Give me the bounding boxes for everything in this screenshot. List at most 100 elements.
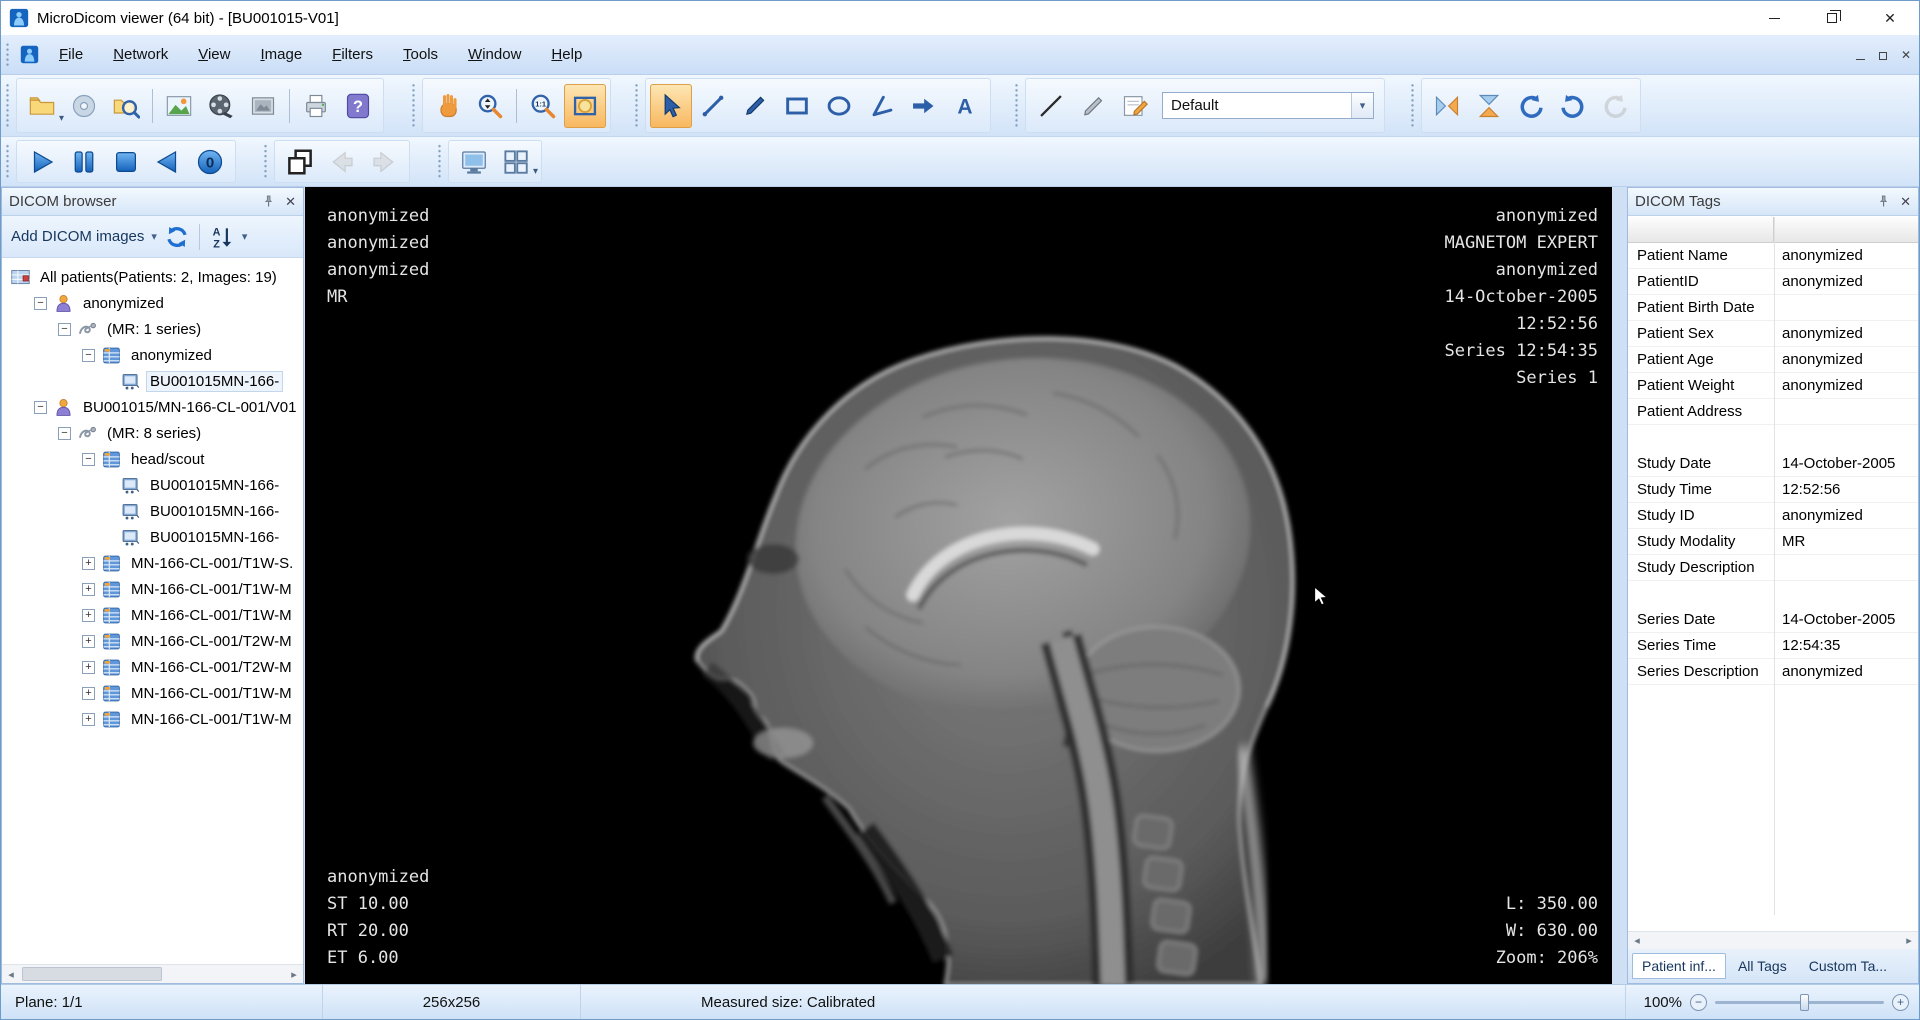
- mdi-close-button[interactable]: ✕: [1901, 48, 1911, 62]
- menu-file[interactable]: File: [45, 40, 97, 69]
- tree-collapse-box[interactable]: −: [82, 349, 95, 362]
- tree-item-study[interactable]: −(MR: 1 series): [2, 316, 303, 342]
- export-image-button[interactable]: [158, 84, 200, 128]
- combo-dropdown-button[interactable]: ▾: [1351, 93, 1373, 118]
- tag-row[interactable]: Study ModalityMR: [1628, 529, 1918, 555]
- forward-button[interactable]: [363, 143, 405, 181]
- edit-annotation-button[interactable]: [1114, 84, 1156, 128]
- draw-pencil-button[interactable]: [734, 84, 776, 128]
- window-level-line-button[interactable]: [1030, 84, 1072, 128]
- tree-item-image[interactable]: BU001015MN-166-: [2, 472, 303, 498]
- pan-button[interactable]: [427, 84, 469, 128]
- tag-row[interactable]: Study Time12:52:56: [1628, 477, 1918, 503]
- tree-expand-box[interactable]: +: [82, 609, 95, 622]
- mdi-restore-button[interactable]: [1879, 47, 1887, 64]
- sort-icon[interactable]: [209, 224, 235, 250]
- copy-to-clipboard-button[interactable]: [242, 84, 284, 128]
- tree-collapse-box[interactable]: −: [34, 297, 47, 310]
- tag-row[interactable]: Patient Address: [1628, 399, 1918, 425]
- tree-item-series[interactable]: −anonymized: [2, 342, 303, 368]
- flip-horizontal-button[interactable]: [1426, 84, 1468, 128]
- stop-button[interactable]: [105, 143, 147, 181]
- tree-item-study[interactable]: −(MR: 8 series): [2, 420, 303, 446]
- tag-row[interactable]: Series Date14-October-2005: [1628, 607, 1918, 633]
- pointer-tool-button[interactable]: [650, 84, 692, 128]
- pin-icon[interactable]: [1876, 194, 1891, 209]
- tree-item-series[interactable]: +MN-166-CL-001/T1W-M: [2, 680, 303, 706]
- draw-text-button[interactable]: [944, 84, 986, 128]
- single-layout-button[interactable]: [453, 143, 495, 181]
- minimize-button[interactable]: [1745, 1, 1803, 35]
- tree-item-patient[interactable]: −anonymized: [2, 290, 303, 316]
- zoom-slider-thumb[interactable]: [1800, 994, 1809, 1011]
- zoom-original-button[interactable]: [522, 84, 564, 128]
- tag-row[interactable]: Patient Birth Date: [1628, 295, 1918, 321]
- tree-item-image[interactable]: BU001015MN-166-: [2, 368, 303, 394]
- tab-custom-tags[interactable]: Custom Ta...: [1799, 953, 1897, 979]
- tree-expand-box[interactable]: +: [82, 661, 95, 674]
- tag-row[interactable]: Patient Ageanonymized: [1628, 347, 1918, 373]
- tag-row[interactable]: PatientIDanonymized: [1628, 269, 1918, 295]
- chevron-down-icon[interactable]: ▾: [533, 166, 538, 177]
- tree-item-series[interactable]: +MN-166-CL-001/T1W-M: [2, 602, 303, 628]
- tag-row[interactable]: Series Time12:54:35: [1628, 633, 1918, 659]
- menu-filters[interactable]: Filters: [318, 40, 387, 69]
- menu-view[interactable]: View: [184, 40, 244, 69]
- scrollbar-thumb[interactable]: [22, 967, 162, 981]
- tree-item-image[interactable]: BU001015MN-166-: [2, 498, 303, 524]
- tree-item-series[interactable]: +MN-166-CL-001/T2W-M: [2, 654, 303, 680]
- tree-item-patient[interactable]: −BU001015/MN-166-CL-001/V01: [2, 394, 303, 420]
- play-backward-button[interactable]: [147, 143, 189, 181]
- scan-folder-button[interactable]: [105, 84, 147, 128]
- pin-icon[interactable]: [261, 194, 276, 209]
- tree-collapse-box[interactable]: −: [58, 323, 71, 336]
- tag-row[interactable]: Series Descriptionanonymized: [1628, 659, 1918, 685]
- tag-row[interactable]: Patient Nameanonymized: [1628, 243, 1918, 269]
- tree-expand-box[interactable]: +: [82, 557, 95, 570]
- close-icon[interactable]: ✕: [285, 194, 296, 210]
- scroll-left-icon[interactable]: ◂: [1628, 932, 1646, 949]
- tree-item-series[interactable]: +MN-166-CL-001/T1W-M: [2, 706, 303, 732]
- refresh-icon[interactable]: [164, 224, 190, 250]
- tree-item-series[interactable]: −head/scout: [2, 446, 303, 472]
- export-video-button[interactable]: [200, 84, 242, 128]
- zoom-in-button[interactable]: +: [1892, 994, 1909, 1011]
- tag-row[interactable]: Patient Weightanonymized: [1628, 373, 1918, 399]
- tree-item-series[interactable]: +MN-166-CL-001/T1W-M: [2, 576, 303, 602]
- burn-cd-button[interactable]: [63, 84, 105, 128]
- menu-image[interactable]: Image: [246, 40, 316, 69]
- close-button[interactable]: ✕: [1861, 1, 1919, 35]
- frame-counter-button[interactable]: [189, 143, 231, 181]
- tree-expand-box[interactable]: +: [82, 713, 95, 726]
- measure-angle-button[interactable]: [860, 84, 902, 128]
- draw-rectangle-button[interactable]: [776, 84, 818, 128]
- open-button[interactable]: ▾: [21, 84, 63, 128]
- tree-expand-box[interactable]: +: [82, 687, 95, 700]
- tab-all-tags[interactable]: All Tags: [1728, 953, 1797, 979]
- tab-patient-info[interactable]: Patient inf...: [1632, 953, 1726, 979]
- print-button[interactable]: [295, 84, 337, 128]
- tree-expand-box[interactable]: +: [82, 635, 95, 648]
- scroll-left-icon[interactable]: ◂: [2, 965, 20, 983]
- tree-collapse-box[interactable]: −: [34, 401, 47, 414]
- play-button[interactable]: [21, 143, 63, 181]
- rotate-right-button[interactable]: [1552, 84, 1594, 128]
- help-button[interactable]: [337, 84, 379, 128]
- rotate-180-button[interactable]: [1594, 84, 1636, 128]
- menu-tools[interactable]: Tools: [389, 40, 452, 69]
- tag-row[interactable]: Study IDanonymized: [1628, 503, 1918, 529]
- measure-line-button[interactable]: [692, 84, 734, 128]
- draw-ellipse-button[interactable]: [818, 84, 860, 128]
- window-preset-select[interactable]: Default ▾: [1162, 92, 1374, 119]
- tag-row[interactable]: Patient Sexanonymized: [1628, 321, 1918, 347]
- tag-row[interactable]: Study Date14-October-2005: [1628, 451, 1918, 477]
- close-icon[interactable]: ✕: [1900, 194, 1911, 210]
- back-button[interactable]: [321, 143, 363, 181]
- browser-horizontal-scrollbar[interactable]: ◂ ▸: [2, 964, 303, 983]
- tree-item-series[interactable]: +MN-166-CL-001/T2W-M: [2, 628, 303, 654]
- tree-item-image[interactable]: BU001015MN-166-: [2, 524, 303, 550]
- flip-vertical-button[interactable]: [1468, 84, 1510, 128]
- zoom-button[interactable]: [469, 84, 511, 128]
- add-dicom-images-button[interactable]: Add DICOM images: [11, 228, 144, 245]
- duplicate-window-button[interactable]: [279, 143, 321, 181]
